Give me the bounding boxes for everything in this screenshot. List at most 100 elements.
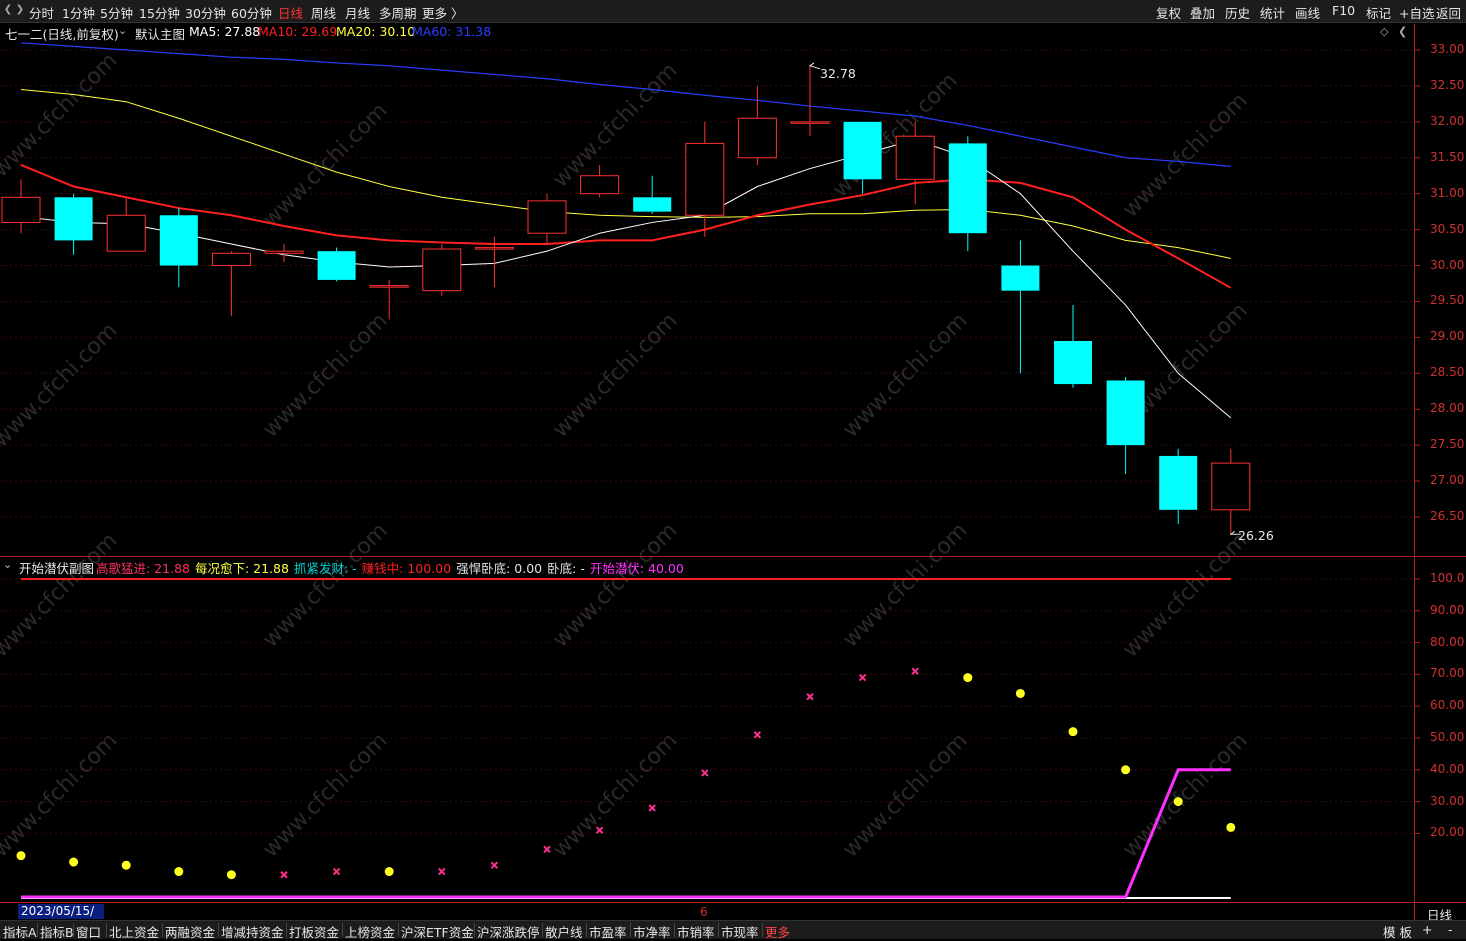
watermark-text: www.cfchi.com [838, 308, 972, 442]
tab-separator [73, 923, 74, 937]
sub-indicator-value: 每况愈下: 21.88 [194, 561, 289, 576]
sub-indicator-toggle-icon[interactable]: ⌄ [3, 558, 12, 571]
candles [1, 62, 1251, 535]
candle-body-up [422, 248, 462, 292]
tab-separator [718, 923, 719, 937]
sub-tick-label: 100.0 [1430, 571, 1465, 585]
tab-separator [630, 923, 631, 937]
sub-tick-label: 70.00 [1430, 666, 1465, 681]
price-tick-label: 31.00 [1430, 185, 1465, 200]
bottom-tab[interactable]: 市盈率 [589, 922, 627, 941]
price-tick-label: 27.00 [1430, 473, 1465, 488]
candle-body-down [54, 197, 93, 241]
price-tick-label: 29.50 [1430, 293, 1465, 308]
stock-title: 七一二(日线,前复权) [5, 27, 119, 42]
candle-body-down [1001, 265, 1040, 291]
sub-tick-label: 20.00 [1430, 825, 1465, 840]
chart-canvas[interactable]: www.cfchi.com www.cfchi.com www.cfchi.com w… [0, 0, 1466, 938]
watermark-text: www.cfchi.com [1118, 88, 1252, 222]
zoom-in-button[interactable]: + [1422, 922, 1432, 937]
ma60-label: MA60: 31.38 [412, 24, 492, 39]
price-tick-label: 28.00 [1430, 401, 1465, 416]
main-indicator-toggle-icon[interactable]: ⌄ [118, 24, 127, 37]
bottom-tab[interactable]: 打板资金 [289, 922, 339, 941]
sub-tick-label: 90.00 [1430, 602, 1465, 617]
sub-indicator-value: 强悍卧底: 0.00 [456, 561, 543, 576]
low-price-label: 26.26 [1238, 528, 1274, 543]
bottom-tab[interactable]: 两融资金 [165, 922, 215, 941]
candle-body-up [685, 142, 725, 216]
sub-dot [174, 867, 184, 877]
bottom-tab-bar: 指标A 指标B 窗口 北上资金 两融资金 增减持资金 打板资金 上榜资金 沪深ETF资金 沪深涨跌… [0, 920, 1466, 941]
sub-tick-label: 40.00 [1430, 761, 1465, 776]
price-tick-label: 31.50 [1430, 149, 1465, 164]
watermark-text: www.cfchi.com [258, 98, 392, 232]
price-tick-label: 26.50 [1430, 509, 1465, 523]
sub-tick-label: 80.00 [1430, 634, 1465, 649]
sub-indicator-value: 赚钱中: 100.00 [361, 561, 452, 576]
price-tick-label: 33.00 [1430, 42, 1465, 56]
diamond-icon[interactable]: ◇ [1380, 25, 1388, 38]
watermark-text: www.cfchi.com [1118, 728, 1252, 862]
tab-separator [674, 923, 675, 937]
ma10-label: MA10: 29.69 [258, 24, 338, 39]
bottom-tab[interactable]: 更多 [765, 922, 790, 941]
chevron-icon[interactable]: ❮ [1398, 25, 1407, 38]
sub-dot [1226, 822, 1236, 832]
sub-indicator-value: 高歌猛进: 21.88 [96, 561, 190, 576]
price-tick-label: 28.50 [1430, 365, 1465, 380]
bottom-tab[interactable]: 上榜资金 [345, 922, 395, 941]
candle-body-down [1159, 455, 1198, 510]
candle-body-up [527, 200, 567, 234]
bottom-tab[interactable]: 沪深ETF资金 [401, 922, 474, 941]
bottom-tab[interactable]: 指标A [3, 922, 37, 941]
tab-separator [542, 923, 543, 937]
sub-indicator-name[interactable]: 开始潜伏副图 [19, 558, 94, 577]
bottom-tab[interactable]: 沪深涨跌停 [477, 922, 540, 941]
watermark-text: www.cfchi.com [0, 48, 123, 182]
high-pointer [808, 62, 821, 70]
bottom-tab[interactable]: 散户线 [545, 922, 583, 941]
watermark-text: www.cfchi.com [258, 308, 392, 442]
price-tick-label: 27.50 [1430, 437, 1465, 452]
sub-dot [1068, 727, 1078, 737]
sub-dot [121, 860, 131, 870]
tab-separator [106, 923, 107, 937]
watermark-text: www.cfchi.com [838, 728, 972, 862]
bottom-tab[interactable]: 指标B [40, 922, 74, 941]
candle-body-up [474, 247, 514, 250]
ma20-label: MA20: 30.10 [336, 24, 416, 39]
bottom-tab[interactable]: 市销率 [677, 922, 715, 941]
bottom-tab[interactable]: 增减持资金 [221, 922, 284, 941]
bottom-tab[interactable]: 市净率 [633, 922, 671, 941]
candle-body-down [948, 143, 987, 234]
high-price-label: 32.78 [820, 66, 856, 81]
candle-body-up [264, 250, 304, 254]
sub-tick-label: 60.00 [1430, 698, 1465, 713]
bottom-tab[interactable]: 窗口 [76, 922, 101, 941]
price-tick-label: 29.00 [1430, 329, 1465, 344]
watermark-text: www.cfchi.com [548, 518, 682, 652]
main-indicator-name[interactable]: 默认主图 [135, 24, 185, 43]
candle-body-up [580, 175, 620, 195]
sub-indicator-value: 开始潜伏: 40.00 [589, 561, 684, 576]
candle-body-up [1, 196, 41, 223]
ma10-line [20, 164, 1232, 289]
sub-tick-label: 30.00 [1430, 793, 1465, 808]
bottom-tab[interactable]: 北上资金 [109, 922, 159, 941]
watermark-text: www.cfchi.com [548, 308, 682, 442]
month-marker: 6 [700, 905, 708, 919]
candle-body-up [106, 214, 146, 252]
watermark-text: www.cfchi.com [258, 518, 392, 652]
tab-separator [37, 923, 38, 937]
zoom-out-button[interactable]: - [1448, 922, 1453, 937]
sub-dot [384, 867, 394, 877]
template-button[interactable]: 模 板 [1383, 922, 1412, 941]
watermark-text: www.cfchi.com [548, 728, 682, 862]
ma5-label: MA5: 27.88 [189, 24, 261, 39]
watermark-text: www.cfchi.com [548, 58, 682, 192]
sub-indicator-value: 卧底: - [547, 561, 585, 576]
bottom-tab[interactable]: 市现率 [721, 922, 759, 941]
tab-separator [218, 923, 219, 937]
candle-body-up [211, 252, 251, 267]
